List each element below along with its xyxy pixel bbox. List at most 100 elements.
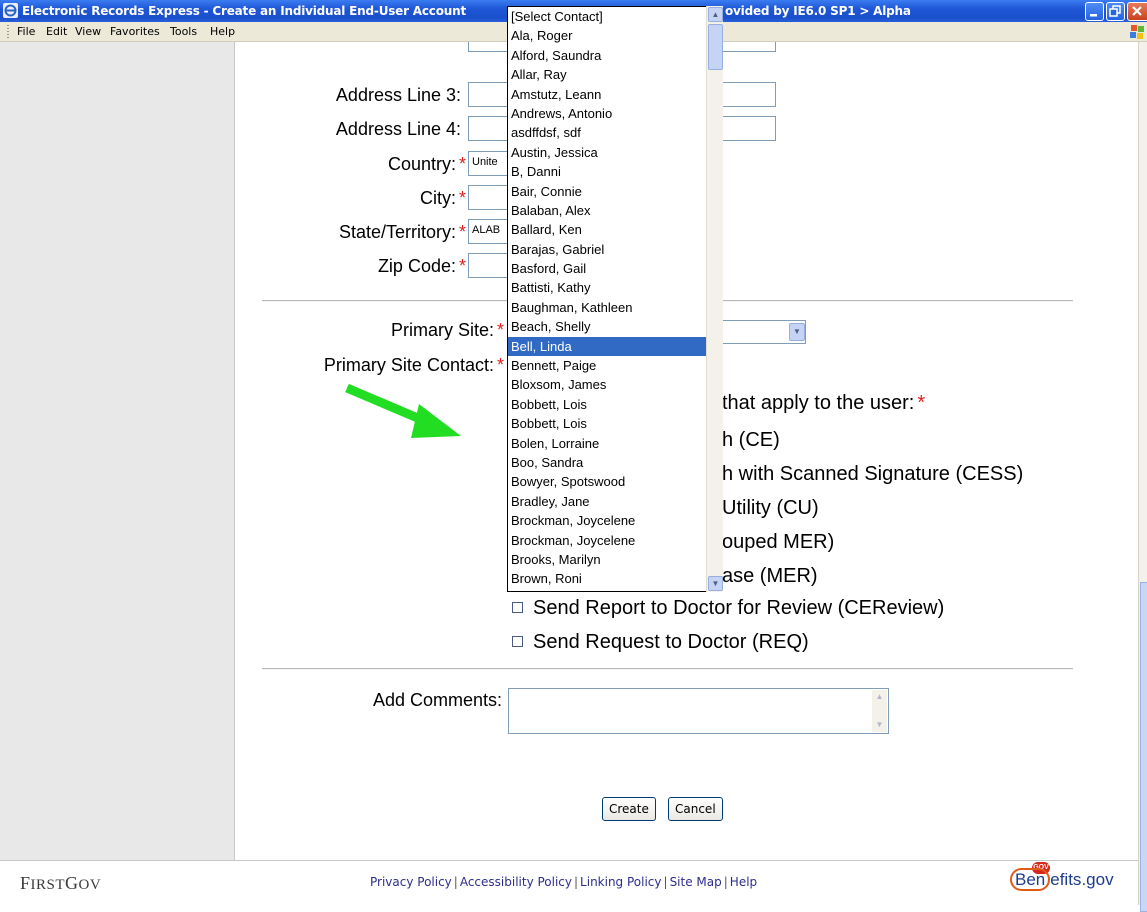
firstgov-logo-text: G <box>65 873 79 893</box>
restore-icon <box>1109 5 1121 17</box>
windows-logo-icon <box>1130 25 1144 39</box>
dropdown-option[interactable]: Beach, Shelly <box>508 317 722 336</box>
country-label: Country: * <box>388 154 466 175</box>
scroll-down-icon[interactable]: ▼ <box>708 576 723 591</box>
create-button[interactable]: Create <box>602 797 656 821</box>
section-divider <box>262 668 1073 670</box>
page-scrollbar-thumb[interactable] <box>1140 582 1147 912</box>
dropdown-option[interactable]: Brooks, Marilyn <box>508 550 722 569</box>
dropdown-option[interactable]: Boo, Sandra <box>508 453 722 472</box>
menu-file[interactable]: File <box>17 25 35 38</box>
menu-favorites[interactable]: Favorites <box>110 25 160 38</box>
menu-tools[interactable]: Tools <box>170 25 197 38</box>
address-line3-label: Address Line 3: <box>335 85 461 105</box>
menu-help[interactable]: Help <box>210 25 235 38</box>
dropdown-option[interactable]: [Select Contact] <box>508 7 722 26</box>
dropdown-option[interactable]: Bradley, Jane <box>508 492 722 511</box>
required-mark: * <box>496 320 504 340</box>
page-scrollbar[interactable] <box>1138 42 1147 912</box>
privacy-policy-link[interactable]: Privacy Policy <box>370 875 452 889</box>
menu-edit[interactable]: Edit <box>46 25 67 38</box>
cereview-checkbox[interactable] <box>512 602 523 613</box>
maximize-button[interactable] <box>1106 2 1125 21</box>
site-map-link[interactable]: Site Map <box>670 875 722 889</box>
dropdown-option[interactable]: Bobbett, Lois <box>508 414 722 433</box>
ie-icon <box>3 3 18 18</box>
dropdown-option[interactable]: Austin, Jessica <box>508 143 722 162</box>
dropdown-scrollbar-thumb[interactable] <box>708 24 723 70</box>
minimize-icon <box>1090 14 1097 17</box>
accessibility-policy-link[interactable]: Accessibility Policy <box>460 875 572 889</box>
dropdown-option[interactable]: Bair, Connie <box>508 182 722 201</box>
window-title: Electronic Records Express - Create an I… <box>22 4 466 18</box>
dropdown-option[interactable]: Basford, Gail <box>508 259 722 278</box>
dropdown-option[interactable]: Brockman, Joycelene <box>508 511 722 530</box>
dropdown-option[interactable]: B, Danni <box>508 162 722 181</box>
city-label-text: City: <box>419 188 456 208</box>
req-checkbox[interactable] <box>512 636 523 647</box>
help-link[interactable]: Help <box>730 875 757 889</box>
benefits-gov-logo[interactable]: Ben efits.gov <box>1010 868 1114 891</box>
primary-site-contact-label-text: Primary Site Contact: <box>323 355 494 375</box>
city-label: City: * <box>420 188 466 209</box>
benefits-logo-text: .gov <box>1081 870 1114 889</box>
green-arrow-annotation <box>345 383 461 438</box>
primary-site-label: Primary Site: * <box>391 320 504 341</box>
comments-textarea[interactable]: ▲ ▼ <box>508 688 889 734</box>
left-navigation-panel <box>0 42 235 860</box>
roles-instruction: that apply to the user: * <box>722 392 925 415</box>
dropdown-option[interactable]: Allar, Ray <box>508 65 722 84</box>
firstgov-logo-text: IRST <box>30 877 66 893</box>
link-separator: | <box>453 875 458 889</box>
benefits-logo-text: Ben <box>1010 868 1051 891</box>
role-cu-label: Utility (CU) <box>722 497 819 519</box>
toolbar-grip[interactable] <box>7 25 9 38</box>
comments-scrollbar[interactable]: ▲ ▼ <box>872 690 887 732</box>
scroll-down-icon[interactable]: ▼ <box>872 718 887 732</box>
linking-policy-link[interactable]: Linking Policy <box>580 875 661 889</box>
close-button[interactable] <box>1127 2 1147 21</box>
dropdown-option[interactable]: Ballard, Ken <box>508 220 722 239</box>
dropdown-option[interactable]: Andrews, Antonio <box>508 104 722 123</box>
dropdown-option[interactable]: Bowyer, Spotswood <box>508 472 722 491</box>
dropdown-option[interactable]: Bobbett, Lois <box>508 395 722 414</box>
dropdown-option[interactable]: Brockman, Joycelene <box>508 531 722 550</box>
required-mark: * <box>496 355 504 375</box>
close-icon <box>1132 6 1142 16</box>
dropdown-option[interactable]: Amstutz, Leann <box>508 85 722 104</box>
dropdown-option[interactable]: Brown, Roni <box>508 569 722 588</box>
role-cereview[interactable]: Send Report to Doctor for Review (CERevi… <box>512 597 944 620</box>
state-label-text: State/Territory: <box>338 222 456 242</box>
footer-divider <box>0 860 1138 861</box>
dropdown-option[interactable]: Battisti, Kathy <box>508 278 722 297</box>
required-mark: * <box>458 222 466 242</box>
role-req[interactable]: Send Request to Doctor (REQ) <box>512 631 809 654</box>
firstgov-logo[interactable]: FIRSTGOV <box>20 873 101 894</box>
dropdown-option[interactable]: Bloxsom, James <box>508 375 722 394</box>
scroll-up-icon[interactable]: ▲ <box>872 690 887 704</box>
dropdown-option[interactable]: Bolen, Lorraine <box>508 434 722 453</box>
dropdown-scrollbar[interactable]: ▲ ▼ <box>706 6 723 592</box>
dropdown-option[interactable]: Balaban, Alex <box>508 201 722 220</box>
dropdown-option[interactable]: Bell, Linda <box>508 336 722 357</box>
dropdown-option[interactable]: Baughman, Kathleen <box>508 298 722 317</box>
firstgov-logo-text: F <box>20 873 31 893</box>
chevron-down-icon[interactable]: ▼ <box>789 323 805 341</box>
cancel-button[interactable]: Cancel <box>668 797 723 821</box>
benefits-logo-text: efits <box>1050 870 1082 889</box>
dropdown-option[interactable]: Barajas, Gabriel <box>508 240 722 259</box>
state-label: State/Territory: * <box>339 222 466 243</box>
scroll-up-icon[interactable]: ▲ <box>708 7 723 22</box>
role-cess-label: h with Scanned Signature (CESS) <box>722 463 1024 485</box>
menu-view[interactable]: View <box>75 25 101 38</box>
link-separator: | <box>723 875 728 889</box>
dropdown-option[interactable]: Bennett, Paige <box>508 356 722 375</box>
comments-label: Add Comments: <box>372 690 502 710</box>
dropdown-option[interactable]: Ala, Roger <box>508 26 722 45</box>
primary-site-contact-dropdown-list[interactable]: [Select Contact] Ala, Roger Alford, Saundr… <box>507 6 723 592</box>
dropdown-option[interactable]: Alford, Saundra <box>508 46 722 65</box>
minimize-button[interactable] <box>1085 2 1104 21</box>
req-label: Send Request to Doctor (REQ) <box>533 631 809 653</box>
dropdown-option[interactable]: asdffdsf, sdf <box>508 123 722 142</box>
window-title-suffix: ovided by IE6.0 SP1 > Alpha <box>725 4 911 18</box>
